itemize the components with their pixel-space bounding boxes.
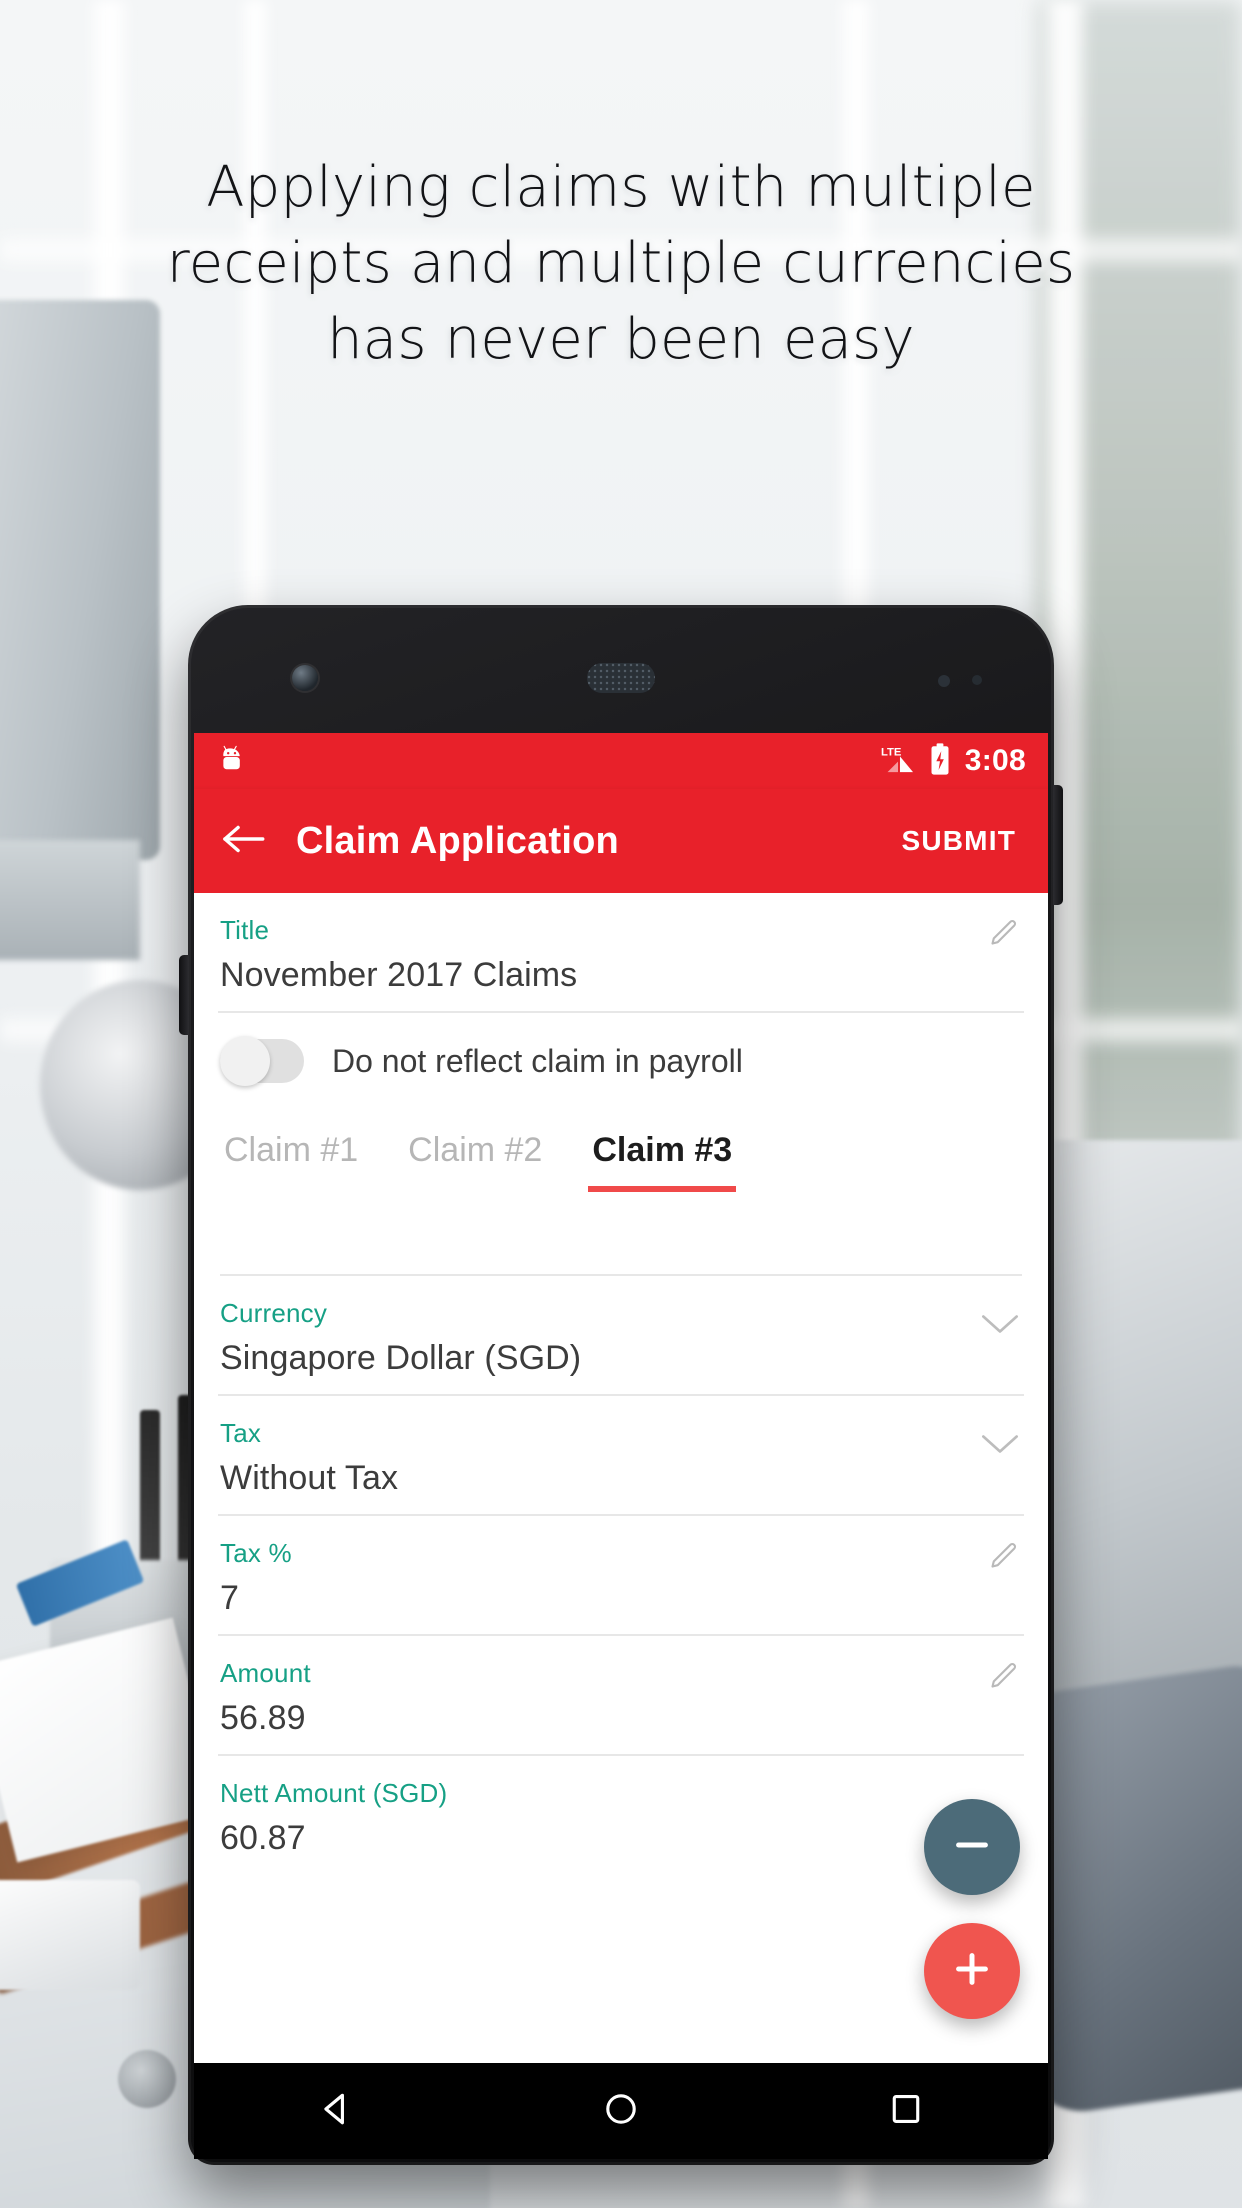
payroll-toggle-row[interactable]: Do not reflect claim in payroll <box>218 1013 1024 1107</box>
nav-recents-square-icon[interactable] <box>884 2087 928 2136</box>
tax-percent-field-value[interactable]: 7 <box>220 1579 1022 1618</box>
metal-knob <box>118 2050 176 2108</box>
tax-percent-field[interactable]: Tax % 7 <box>218 1516 1024 1636</box>
tab-claim-3[interactable]: Claim #3 <box>588 1121 737 1192</box>
currency-field-label: Currency <box>220 1298 328 1328</box>
light-sensor <box>972 675 982 685</box>
claim-tabs: Claim #1 Claim #2 Claim #3 <box>218 1107 1024 1192</box>
pencil-icon[interactable] <box>986 1540 1020 1579</box>
nett-amount-field-label: Nett Amount (SGD) <box>220 1778 448 1808</box>
chevron-down-icon[interactable] <box>980 1300 1020 1341</box>
amount-field-label: Amount <box>220 1658 311 1688</box>
page-title: Claim Application <box>296 819 619 862</box>
front-camera <box>292 665 318 691</box>
amount-field-value[interactable]: 56.89 <box>220 1699 1022 1738</box>
toggle-knob <box>220 1036 270 1086</box>
phone-mockup: LTE 3:08 Claim Application SUBMIT Title … <box>179 605 1063 2165</box>
headline-line-2: receipts and multiple currencies <box>166 231 1076 297</box>
tab-claim-1[interactable]: Claim #1 <box>220 1121 362 1192</box>
monitor-stand <box>0 840 140 960</box>
status-bar: LTE 3:08 <box>194 733 1048 789</box>
headline-line-3: has never been easy <box>327 307 915 373</box>
sharpener <box>0 1880 140 1990</box>
minus-icon <box>949 1822 995 1873</box>
remove-claim-fab[interactable] <box>924 1799 1020 1895</box>
title-field-label: Title <box>220 915 270 945</box>
svg-text:LTE: LTE <box>881 746 902 758</box>
pencil-icon[interactable] <box>986 917 1020 956</box>
android-robot-icon <box>216 742 250 781</box>
proximity-sensor <box>938 675 950 687</box>
battery-charging-icon <box>929 742 951 781</box>
android-nav-bar <box>194 2063 1048 2159</box>
currency-field-value[interactable]: Singapore Dollar (SGD) <box>220 1339 1022 1378</box>
monitor <box>0 300 160 860</box>
title-field[interactable]: Title November 2017 Claims <box>218 893 1024 1013</box>
nav-back-triangle-icon[interactable] <box>314 2087 358 2136</box>
power-button <box>1053 785 1063 905</box>
signal-bars-icon: LTE <box>881 743 915 780</box>
chevron-down-icon[interactable] <box>980 1420 1020 1461</box>
back-arrow-icon[interactable] <box>220 821 266 862</box>
tax-field-value[interactable]: Without Tax <box>220 1459 1022 1498</box>
nett-amount-field: Nett Amount (SGD) 60.87 <box>218 1756 1024 1874</box>
clock: 3:08 <box>964 744 1026 777</box>
headline-line-1: Applying claims with multiple <box>206 155 1036 220</box>
add-claim-fab[interactable] <box>924 1923 1020 2019</box>
tab-claim-2[interactable]: Claim #2 <box>404 1121 546 1192</box>
tax-field-label: Tax <box>220 1418 262 1448</box>
tab-content-spacer <box>220 1192 1022 1276</box>
amount-field[interactable]: Amount 56.89 <box>218 1636 1024 1756</box>
payroll-toggle-switch[interactable] <box>220 1036 304 1086</box>
title-field-value[interactable]: November 2017 Claims <box>220 956 1022 995</box>
nav-home-circle-icon[interactable] <box>599 2087 643 2136</box>
tax-percent-field-label: Tax % <box>220 1538 292 1568</box>
earpiece-speaker <box>587 663 655 693</box>
plus-icon <box>949 1946 995 1997</box>
volume-button <box>179 955 189 1035</box>
promo-page: Applying claims with multiple receipts a… <box>0 0 1242 2208</box>
headline: Applying claims with multiple receipts a… <box>0 150 1242 378</box>
app-bar: Claim Application SUBMIT <box>194 789 1048 893</box>
phone-screen: LTE 3:08 Claim Application SUBMIT Title … <box>194 733 1048 2063</box>
payroll-toggle-label: Do not reflect claim in payroll <box>332 1042 743 1079</box>
claim-form: Title November 2017 Claims Do not reflec… <box>194 893 1048 2063</box>
pencil-icon[interactable] <box>986 1660 1020 1699</box>
submit-button[interactable]: SUBMIT <box>895 815 1022 867</box>
currency-field[interactable]: Currency Singapore Dollar (SGD) <box>218 1276 1024 1396</box>
status-icons: LTE 3:08 <box>881 742 1026 781</box>
tax-field[interactable]: Tax Without Tax <box>218 1396 1024 1516</box>
nett-amount-field-value: 60.87 <box>220 1819 306 1857</box>
